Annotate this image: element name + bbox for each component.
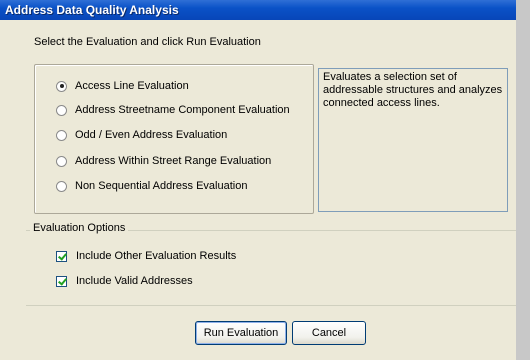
radio-button[interactable]: [56, 129, 67, 141]
background-strip: [516, 0, 530, 360]
checkbox-include-valid-addresses[interactable]: Include Valid Addresses: [56, 273, 193, 289]
radio-button-selected[interactable]: [56, 80, 67, 92]
radio-label: Address Streetname Component Evaluation: [75, 104, 290, 116]
radio-streetname-component[interactable]: Address Streetname Component Evaluation: [56, 102, 290, 118]
run-evaluation-button[interactable]: Run Evaluation: [195, 321, 287, 345]
radio-access-line[interactable]: Access Line Evaluation: [56, 78, 189, 94]
evaluation-options-group: [26, 230, 516, 306]
radio-label: Access Line Evaluation: [75, 80, 189, 92]
radio-button[interactable]: [56, 104, 67, 116]
checkbox-checked[interactable]: [56, 250, 67, 262]
group-label: Evaluation Options: [30, 222, 129, 234]
instruction-text: Select the Evaluation and click Run Eval…: [34, 36, 261, 48]
radio-button[interactable]: [56, 180, 67, 192]
checkbox-checked[interactable]: [56, 275, 67, 287]
radio-label: Address Within Street Range Evaluation: [75, 155, 272, 167]
cancel-button[interactable]: Cancel: [292, 321, 366, 345]
radio-label: Odd / Even Address Evaluation: [75, 129, 228, 141]
checkbox-label: Include Other Evaluation Results: [76, 250, 237, 262]
window-title: Address Data Quality Analysis: [5, 3, 179, 17]
radio-within-street-range[interactable]: Address Within Street Range Evaluation: [56, 153, 271, 169]
radio-non-sequential[interactable]: Non Sequential Address Evaluation: [56, 178, 247, 194]
title-bar[interactable]: Address Data Quality Analysis: [0, 0, 516, 20]
dialog-window: Address Data Quality Analysis Select the…: [0, 0, 517, 360]
radio-label: Non Sequential Address Evaluation: [75, 180, 248, 192]
radio-button[interactable]: [56, 155, 67, 167]
checkbox-label: Include Valid Addresses: [76, 275, 193, 287]
checkbox-include-other-results[interactable]: Include Other Evaluation Results: [56, 248, 236, 264]
description-box: Evaluates a selection set of addressable…: [318, 68, 508, 212]
radio-odd-even[interactable]: Odd / Even Address Evaluation: [56, 127, 227, 143]
